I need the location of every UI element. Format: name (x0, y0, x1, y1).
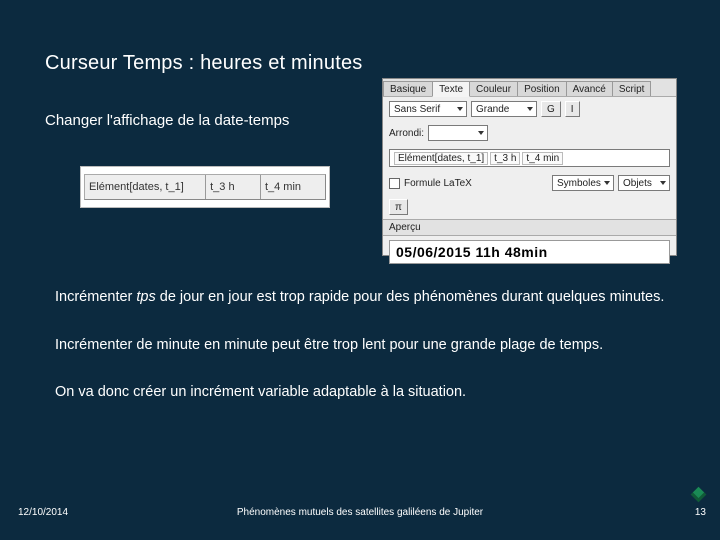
checkbox-box-icon (389, 178, 400, 189)
tab-couleur[interactable]: Couleur (469, 81, 518, 96)
footer-title: Phénomènes mutuels des satellites galilé… (0, 507, 720, 518)
italic-button[interactable]: I (565, 101, 580, 117)
font-size-select[interactable]: Grande (471, 101, 537, 117)
latex-checkbox[interactable]: Formule LaTeX (389, 178, 472, 189)
expression-panel-small: Elément[dates, t_1] t_3 h t_4 min (80, 166, 330, 208)
arrondi-label: Arrondi: (389, 128, 424, 139)
paragraph-1: Incrémenter tps de jour en jour est trop… (55, 288, 670, 307)
p1-a: Incrémenter (55, 289, 136, 305)
latex-label: Formule LaTeX (404, 178, 472, 189)
expr-seg-1: Elément[dates, t_1] (85, 175, 206, 199)
arrondi-row: Arrondi: (383, 121, 676, 145)
font-family-select[interactable]: Sans Serif (389, 101, 467, 117)
slide: Curseur Temps : heures et minutes Change… (0, 0, 720, 540)
latex-row: Formule LaTeX Symboles Objets (383, 171, 676, 195)
slide-subtitle: Changer l'affichage de la date-temps (45, 112, 289, 129)
apercu-label: Aperçu (383, 219, 676, 236)
pi-button[interactable]: π (389, 199, 408, 215)
tab-script[interactable]: Script (612, 81, 652, 96)
paragraph-3: On va donc créer un incrément variable a… (55, 383, 670, 402)
diamond-icon (691, 487, 707, 503)
tab-position[interactable]: Position (517, 81, 567, 96)
pi-row: π (383, 195, 676, 219)
font-row: Sans Serif Grande G I (383, 97, 676, 121)
expr-seg-3: t_4 min (261, 175, 325, 199)
bold-button[interactable]: G (541, 101, 561, 117)
apercu-preview: 05/06/2015 11h 48min (389, 240, 670, 264)
slide-title: Curseur Temps : heures et minutes (45, 52, 362, 75)
symboles-select[interactable]: Symboles (552, 175, 614, 191)
expr2-seg-2: t_3 h (490, 152, 520, 165)
p1-b: de jour en jour est trop rapide pour des… (156, 289, 665, 305)
properties-dialog: Basique Texte Couleur Position Avancé Sc… (382, 78, 677, 256)
expr2-seg-3: t_4 min (522, 152, 563, 165)
tab-basique[interactable]: Basique (383, 81, 433, 96)
expr2-seg-1: Elément[dates, t_1] (394, 152, 488, 165)
expression-row: Elément[dates, t_1] t_3 h t_4 min (383, 145, 676, 171)
p1-em: tps (136, 289, 155, 305)
paragraph-2: Incrémenter de minute en minute peut êtr… (55, 336, 670, 355)
expression-textbox[interactable]: Elément[dates, t_1] t_3 h t_4 min (389, 149, 670, 167)
expression-inset: Elément[dates, t_1] t_3 h t_4 min (84, 174, 326, 200)
tab-bar: Basique Texte Couleur Position Avancé Sc… (383, 79, 676, 97)
tab-avance[interactable]: Avancé (566, 81, 613, 96)
arrondi-select[interactable] (428, 125, 488, 141)
tab-texte[interactable]: Texte (432, 81, 470, 97)
expr-seg-2: t_3 h (206, 175, 261, 199)
footer-page: 13 (695, 507, 706, 518)
objets-select[interactable]: Objets (618, 175, 670, 191)
